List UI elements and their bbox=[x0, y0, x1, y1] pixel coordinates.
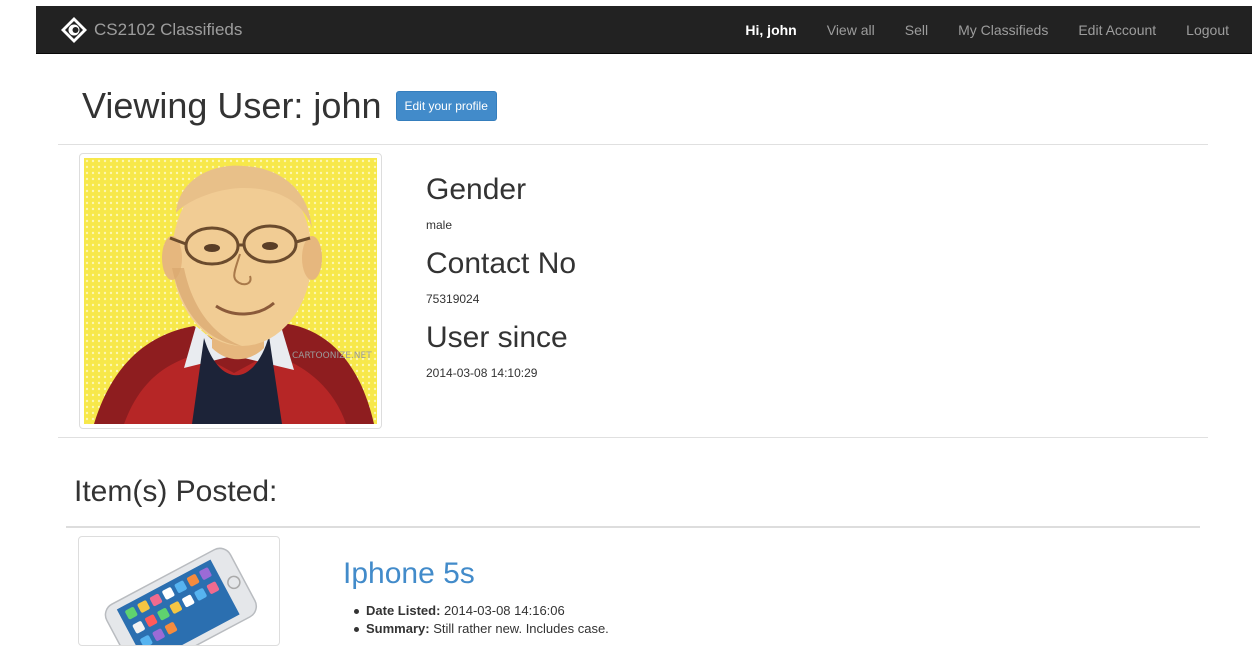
user-since-label: User since bbox=[426, 321, 568, 354]
gender-value: male bbox=[426, 218, 453, 232]
nav-edit-account[interactable]: Edit Account bbox=[1063, 6, 1171, 54]
avatar-watermark: CARTOONIZE.NET bbox=[292, 351, 372, 361]
brand-logo-icon bbox=[61, 17, 87, 43]
contact-value: 75319024 bbox=[426, 292, 480, 306]
list-item: Summary: Still rather new. Includes case… bbox=[354, 620, 609, 638]
nav-logout[interactable]: Logout bbox=[1171, 6, 1244, 54]
summary-value: Still rather new. Includes case. bbox=[433, 621, 609, 636]
divider bbox=[66, 526, 1200, 528]
date-listed-value: 2014-03-08 14:16:06 bbox=[444, 603, 565, 618]
avatar: CARTOONIZE.NET bbox=[79, 153, 382, 429]
nav-my-classifieds[interactable]: My Classifieds bbox=[943, 6, 1063, 54]
avatar-image: CARTOONIZE.NET bbox=[84, 158, 377, 424]
nav-greeting[interactable]: Hi, john bbox=[730, 6, 811, 54]
page-header: Viewing User: john Edit your profile bbox=[82, 82, 497, 130]
contact-label: Contact No bbox=[426, 247, 577, 280]
edit-profile-button[interactable]: Edit your profile bbox=[395, 91, 497, 121]
phone-image bbox=[104, 547, 258, 645]
date-listed-label: Date Listed: bbox=[366, 603, 441, 618]
profile-info: Gender male Contact No 75319024 User sin… bbox=[426, 172, 576, 394]
page-title: Viewing User: john bbox=[82, 85, 382, 126]
brand-link[interactable]: CS2102 Classifieds bbox=[60, 6, 242, 54]
nav-links: Hi, john View all Sell My Classifieds Ed… bbox=[730, 6, 1244, 54]
divider bbox=[58, 144, 1208, 145]
nav-sell[interactable]: Sell bbox=[890, 6, 943, 54]
divider bbox=[58, 437, 1208, 438]
user-since-value: 2014-03-08 14:10:29 bbox=[426, 366, 538, 380]
brand-name: CS2102 Classifieds bbox=[94, 20, 243, 39]
summary-label: Summary: bbox=[366, 621, 430, 636]
nav-view-all[interactable]: View all bbox=[812, 6, 890, 54]
list-item: Date Listed: 2014-03-08 14:16:06 bbox=[354, 602, 609, 620]
items-section-title: Item(s) Posted: bbox=[74, 475, 278, 508]
navbar: CS2102 Classifieds Hi, john View all Sel… bbox=[36, 6, 1252, 54]
item-details: Date Listed: 2014-03-08 14:16:06 Summary… bbox=[354, 602, 609, 638]
item-thumbnail[interactable] bbox=[78, 536, 280, 646]
gender-label: Gender bbox=[426, 173, 527, 206]
item-title-link[interactable]: Iphone 5s bbox=[343, 556, 475, 592]
